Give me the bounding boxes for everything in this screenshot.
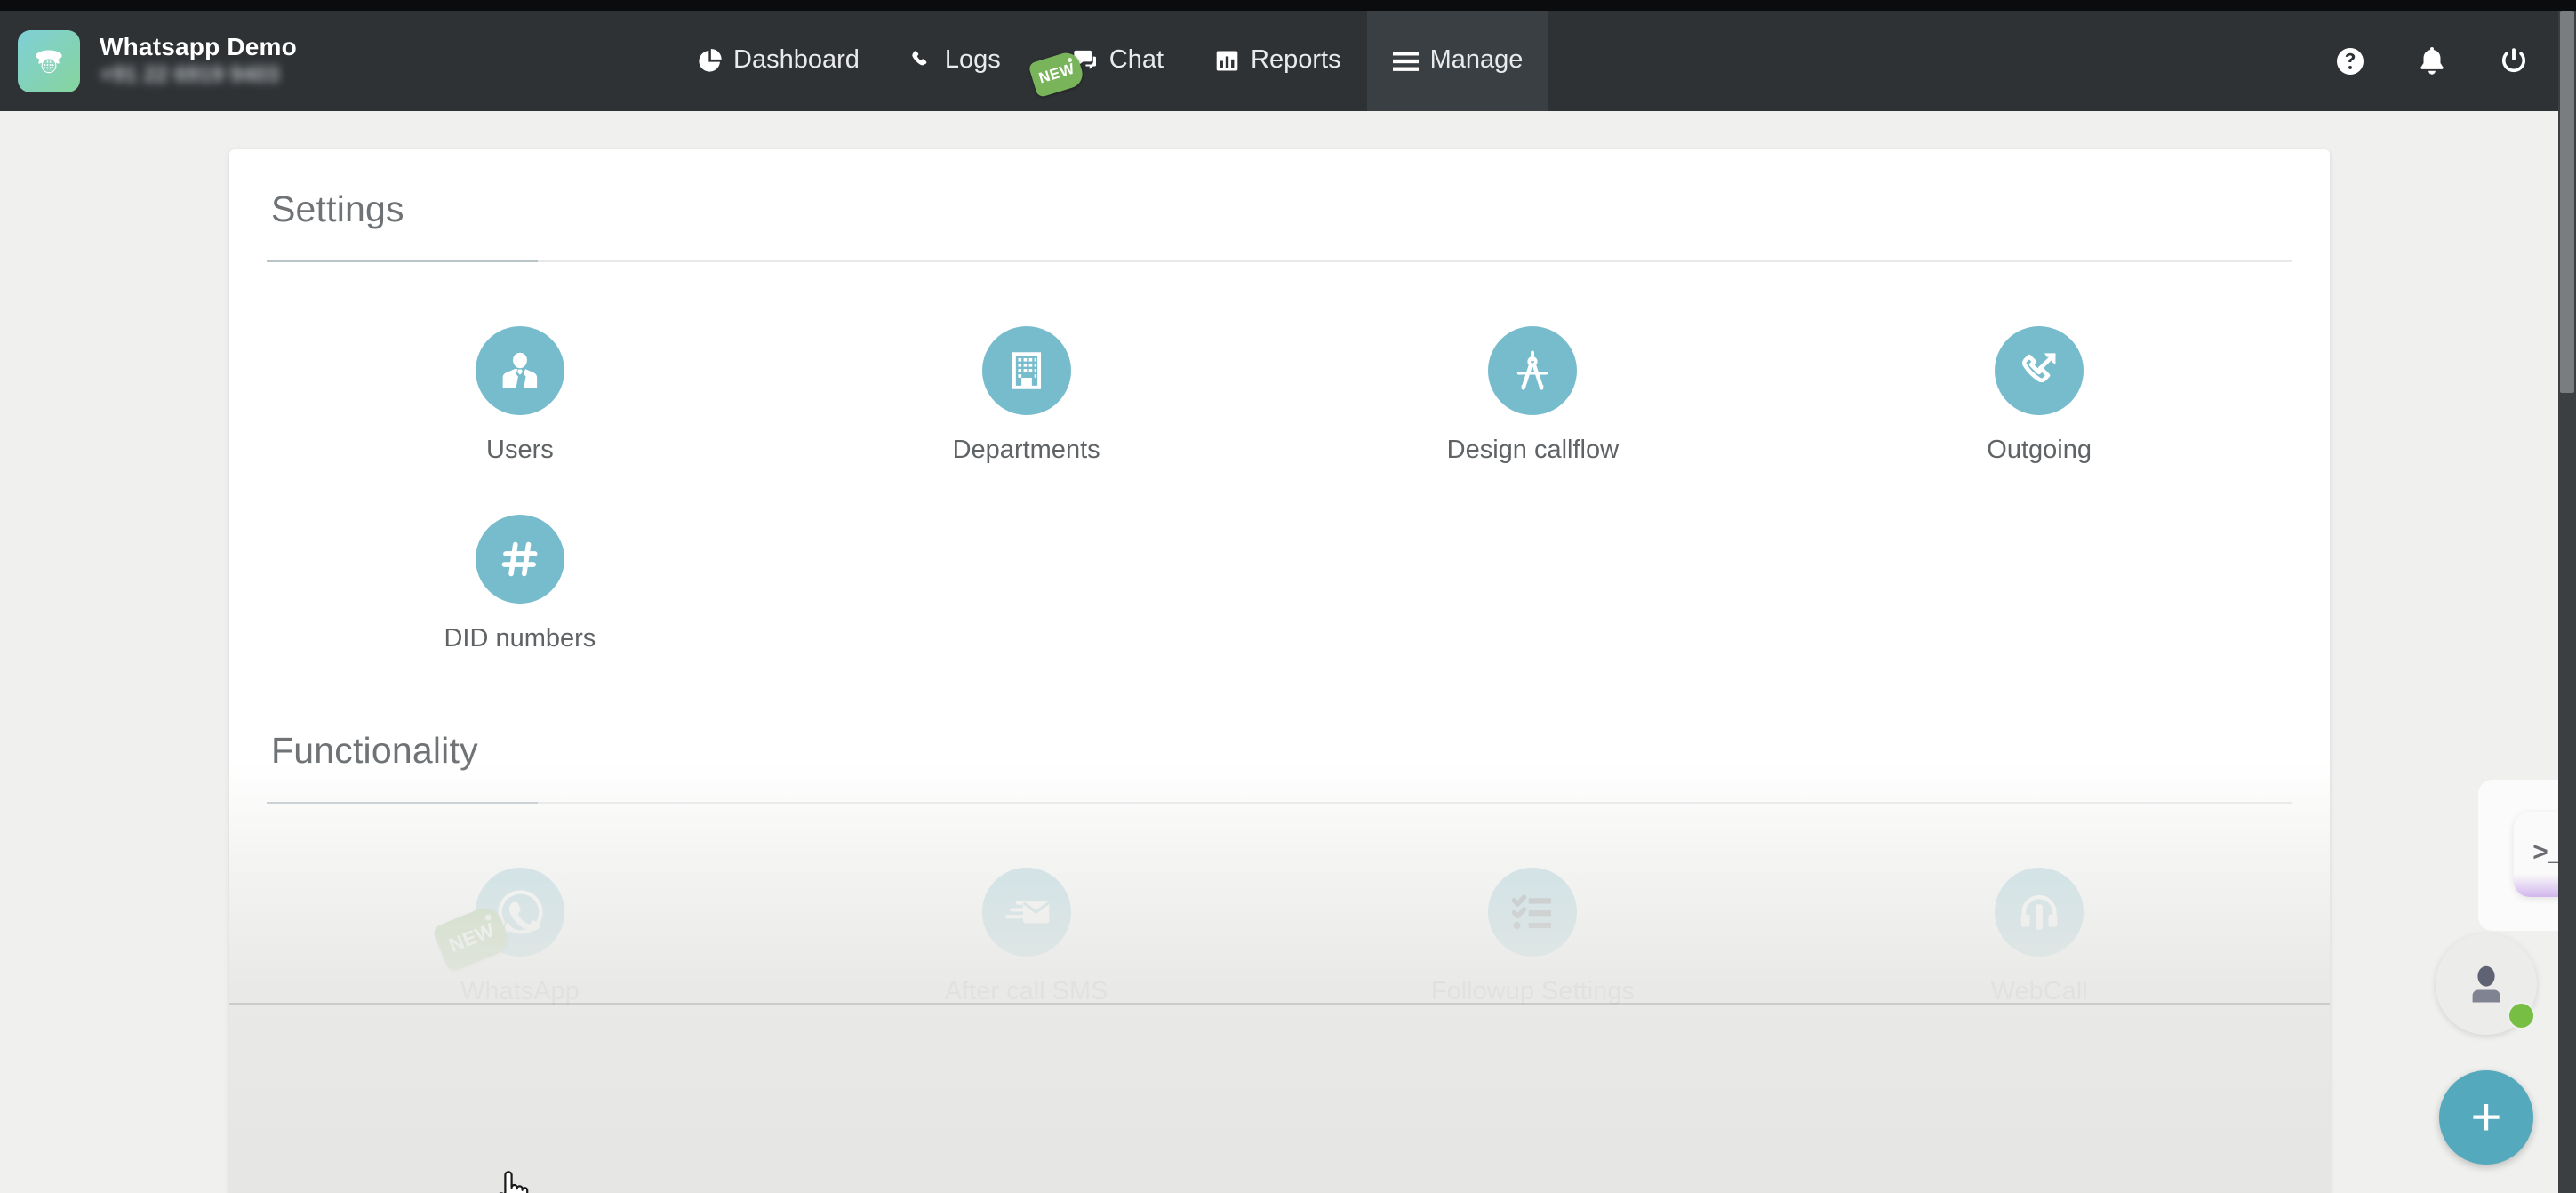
- tile-label: Users: [486, 436, 554, 464]
- settings-tile-grid: Users Departments Design callflow Outgoi…: [267, 271, 2292, 680]
- tile-after-call-sms[interactable]: After call SMS: [773, 845, 1280, 1033]
- nav-label: Reports: [1251, 45, 1341, 74]
- whatsapp-icon: NEW: [431, 868, 564, 973]
- tile-label: WebCall: [1990, 977, 2088, 1005]
- tile-label: WhatsApp: [460, 977, 580, 1005]
- user-tie-icon: [475, 326, 564, 415]
- hash-icon: [475, 515, 564, 604]
- nav-item-chat[interactable]: NEW Chat: [1027, 11, 1189, 111]
- nav-label: Dashboard: [733, 45, 860, 74]
- power-icon[interactable]: [2494, 42, 2533, 81]
- tile-whatsapp[interactable]: NEW WhatsApp: [267, 845, 773, 1033]
- envelope-send-icon: [981, 868, 1071, 957]
- comment-icon: [1072, 48, 1098, 74]
- section-title-functionality: Functionality: [271, 730, 478, 771]
- functionality-tile-grid: NEW WhatsApp After call SMS Followup Set…: [267, 813, 2292, 1033]
- nav-item-logs[interactable]: Logs: [885, 11, 1027, 111]
- help-icon[interactable]: [2331, 42, 2370, 81]
- navbar-actions: [2331, 11, 2533, 111]
- scrollbar-thumb[interactable]: [2560, 11, 2574, 393]
- brand-phone-number: +91 22 6919 9403: [100, 62, 280, 88]
- tile-departments[interactable]: Departments: [773, 303, 1280, 492]
- bell-icon[interactable]: [2412, 42, 2452, 81]
- tile-did-numbers[interactable]: DID numbers: [267, 492, 773, 680]
- checklist-icon: [1488, 868, 1578, 957]
- phone-outgoing-icon: [1995, 326, 2084, 415]
- hamburger-icon: [1392, 51, 1419, 72]
- section-divider: [267, 260, 2292, 262]
- tile-label: After call SMS: [944, 977, 1108, 1005]
- online-status-indicator: [2508, 1002, 2535, 1029]
- tile-webcall[interactable]: WebCall: [1786, 845, 2292, 1033]
- nav-item-dashboard[interactable]: Dashboard: [672, 11, 885, 111]
- tile-outgoing[interactable]: Outgoing: [1786, 303, 2292, 492]
- page-scrollbar[interactable]: [2558, 11, 2576, 1193]
- nav-item-reports[interactable]: Reports: [1189, 11, 1367, 111]
- brand-title: Whatsapp Demo: [100, 33, 297, 61]
- pie-chart-icon: [698, 49, 722, 73]
- section-title-settings: Settings: [271, 188, 404, 229]
- top-navbar: Whatsapp Demo +91 22 6919 9403 Dashboard…: [0, 11, 2576, 111]
- tile-label: DID numbers: [444, 624, 596, 653]
- nav-item-manage[interactable]: Manage: [1366, 11, 1549, 111]
- user-avatar-icon: [2472, 965, 2500, 1003]
- nav-label: Manage: [1429, 45, 1524, 74]
- compass-icon: [1488, 326, 1578, 415]
- avatar[interactable]: [2436, 933, 2537, 1035]
- headset-icon: [1995, 868, 2084, 957]
- phone-icon: [911, 50, 933, 72]
- tile-users[interactable]: Users: [267, 303, 773, 492]
- nav-label: Logs: [944, 45, 1001, 74]
- nav-label: Chat: [1108, 45, 1164, 74]
- manage-settings-card: Settings Users Departments Design callfl…: [229, 149, 2330, 1193]
- primary-nav: Dashboard Logs NEW Chat Reports Manage: [672, 11, 1549, 111]
- section-divider: [267, 802, 2292, 804]
- tile-design-callflow[interactable]: Design callflow: [1280, 303, 1787, 492]
- building-icon: [981, 326, 1071, 415]
- tile-label: Followup Settings: [1430, 977, 1635, 1005]
- tile-label: Outgoing: [1987, 436, 2092, 464]
- add-button[interactable]: +: [2439, 1070, 2533, 1165]
- bar-chart-icon: [1215, 49, 1239, 73]
- window-top-edge: [0, 0, 2576, 11]
- telephone-icon: [18, 29, 80, 92]
- tile-label: Departments: [952, 436, 1100, 464]
- tile-followup-settings[interactable]: Followup Settings: [1280, 845, 1787, 1033]
- tile-label: Design callflow: [1446, 436, 1620, 464]
- brand-area[interactable]: Whatsapp Demo +91 22 6919 9403: [0, 11, 297, 111]
- page-body: Settings Users Departments Design callfl…: [0, 111, 2576, 1193]
